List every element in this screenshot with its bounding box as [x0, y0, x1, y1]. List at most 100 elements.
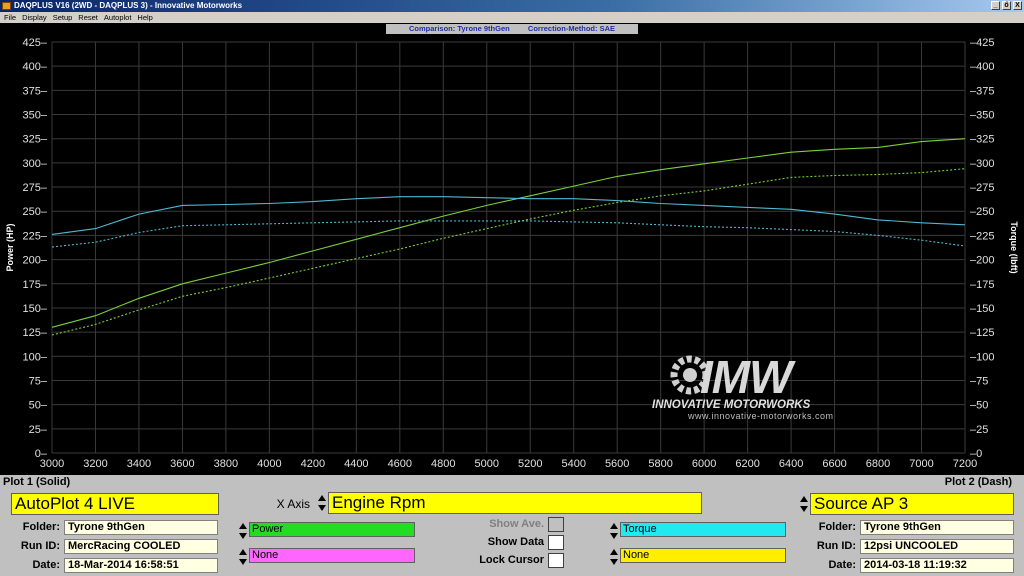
x-tick-label: 3600 — [170, 458, 194, 470]
dyno-plot-area[interactable]: 3000 3200 3400 3600 3800 4000 4200 4400 4600 4800… — [0, 23, 1024, 475]
x-axis-label: X Axis — [276, 497, 310, 511]
channel3-spinner-icon[interactable] — [610, 523, 618, 539]
window-title: DAQPLUS V16 (2WD - DAQPLUS 3) - Innovati… — [14, 1, 243, 10]
plot2-folder-label: Folder: — [818, 521, 856, 533]
y-left-tick-label: 325– — [23, 134, 48, 146]
y-right-tick-label: –350 — [970, 110, 994, 122]
window-title-bar: DAQPLUS V16 (2WD - DAQPLUS 3) - Innovati… — [0, 0, 1024, 12]
plot1-runid-field[interactable]: MercRacing COOLED — [64, 539, 218, 554]
x-tick-label: 5200 — [518, 458, 542, 470]
y-left-tick-label: 150– — [23, 303, 48, 315]
x-tick-label: 4200 — [301, 458, 325, 470]
x-tick-label: 3200 — [83, 458, 107, 470]
show-ave-checkbox[interactable] — [548, 517, 564, 532]
y-left-axis-label: Power (HP) — [5, 223, 15, 271]
x-axis-spinner-icon[interactable] — [318, 495, 326, 511]
plot2-source-select[interactable]: Source AP 3 — [810, 493, 1014, 515]
y-left-tick-label: 25– — [29, 424, 48, 436]
x-tick-label: 6200 — [735, 458, 759, 470]
plot1-runid-label: Run ID: — [20, 540, 60, 552]
channel1-select[interactable]: Power — [249, 522, 415, 537]
y-right-tick-label: –250 — [970, 206, 994, 218]
watermark-url: www.innovative-motorworks.com — [687, 411, 834, 421]
y-right-tick-label: –50 — [970, 400, 988, 412]
x-tick-label: 5600 — [605, 458, 629, 470]
channel2-spinner-icon[interactable] — [239, 549, 247, 565]
x-tick-label: 4400 — [344, 458, 368, 470]
minimize-button[interactable]: _ — [991, 1, 1000, 10]
channel1-spinner-icon[interactable] — [239, 523, 247, 539]
y-left-tick-label: 250– — [23, 206, 48, 218]
x-tick-label: 4000 — [257, 458, 281, 470]
x-tick-label: 3400 — [127, 458, 151, 470]
plot1-folder-label: Folder: — [22, 521, 60, 533]
y-right-tick-label: –150 — [970, 303, 994, 315]
y-right-tick-label: –175 — [970, 279, 994, 291]
y-left-tick-label: 375– — [23, 85, 48, 97]
channel4-select[interactable]: None — [620, 548, 786, 563]
menu-help[interactable]: Help — [137, 12, 152, 23]
x-tick-label: 7000 — [909, 458, 933, 470]
x-tick-label: 5400 — [561, 458, 585, 470]
menu-autoplot[interactable]: Autoplot — [104, 12, 132, 23]
plot2-source-spinner-icon[interactable] — [800, 496, 808, 512]
torque-solid-line — [51, 196, 966, 235]
channel3-select[interactable]: Torque — [620, 522, 786, 537]
y-right-tick-label: –25 — [970, 424, 988, 436]
y-left-tick-label: 125– — [23, 327, 48, 339]
menu-reset[interactable]: Reset — [78, 12, 98, 23]
y-left-tick-label: 175– — [23, 279, 48, 291]
x-tick-label: 4800 — [431, 458, 455, 470]
menu-display[interactable]: Display — [22, 12, 47, 23]
y-right-tick-label: –100 — [970, 351, 994, 363]
plot1-source-select[interactable]: AutoPlot 4 LIVE — [11, 493, 219, 515]
y-right-tick-label: –275 — [970, 182, 994, 194]
y-right-tick-label: –225 — [970, 230, 994, 242]
menu-setup[interactable]: Setup — [53, 12, 73, 23]
plot2-runid-label: Run ID: — [816, 540, 856, 552]
restore-button[interactable]: ő — [1002, 1, 1011, 10]
channel2-select[interactable]: None — [249, 548, 415, 563]
plot1-date-label: Date: — [32, 559, 60, 571]
x-tick-label: 6600 — [822, 458, 846, 470]
plot1-folder-field[interactable]: Tyrone 9thGen — [64, 520, 218, 535]
x-tick-label: 6000 — [692, 458, 716, 470]
show-data-checkbox[interactable] — [548, 535, 564, 550]
power-solid-line — [51, 138, 966, 328]
y-right-tick-label: –375 — [970, 85, 994, 97]
correction-method-label: Correction-Method: SAE — [527, 24, 615, 33]
y-left-tick-label: 75– — [29, 375, 48, 387]
lock-cursor-label: Lock Cursor — [479, 554, 544, 566]
gear-hub-icon — [683, 368, 697, 382]
x-tick-label: 5000 — [475, 458, 499, 470]
plot1-date-field[interactable]: 18-Mar-2014 16:58:51 — [64, 558, 218, 573]
menu-file[interactable]: File — [4, 12, 16, 23]
y-right-tick-label: –300 — [970, 158, 994, 170]
y-right-tick-label: –75 — [970, 375, 988, 387]
channel4-spinner-icon[interactable] — [610, 549, 618, 565]
y-right-tick-label: –0 — [970, 448, 982, 460]
y-right-tick-label: –125 — [970, 327, 994, 339]
plot2-label: Plot 2 (Dash) — [944, 476, 1012, 488]
x-tick-label: 6400 — [779, 458, 803, 470]
y-left-tick-label: 275– — [23, 182, 48, 194]
plot2-runid-field[interactable]: 12psi UNCOOLED — [860, 539, 1014, 554]
y-right-tick-label: –400 — [970, 61, 994, 73]
x-tick-label: 3800 — [214, 458, 238, 470]
plot-header: Comparison: Tyrone 9thGen Correction-Met… — [386, 24, 638, 34]
y-left-tick-label: 400– — [23, 61, 48, 73]
y-left-tick-label: 100– — [23, 351, 48, 363]
y-right-tick-label: –200 — [970, 255, 994, 267]
x-tick-label: 5800 — [648, 458, 672, 470]
torque-dash-line — [51, 220, 966, 248]
lock-cursor-checkbox[interactable] — [548, 553, 564, 568]
y-left-tick-label: 50– — [29, 400, 48, 412]
plot2-date-field[interactable]: 2014-03-18 11:19:32 — [860, 558, 1014, 573]
show-data-label: Show Data — [487, 536, 544, 548]
close-button[interactable]: X — [1013, 1, 1022, 10]
y-right-tick-label: –425 — [970, 37, 994, 49]
plot2-folder-field[interactable]: Tyrone 9thGen — [860, 520, 1014, 535]
comparison-label: Comparison: Tyrone 9thGen — [409, 24, 510, 33]
x-axis-select[interactable]: Engine Rpm — [328, 492, 702, 514]
power-dash-line — [51, 168, 966, 336]
